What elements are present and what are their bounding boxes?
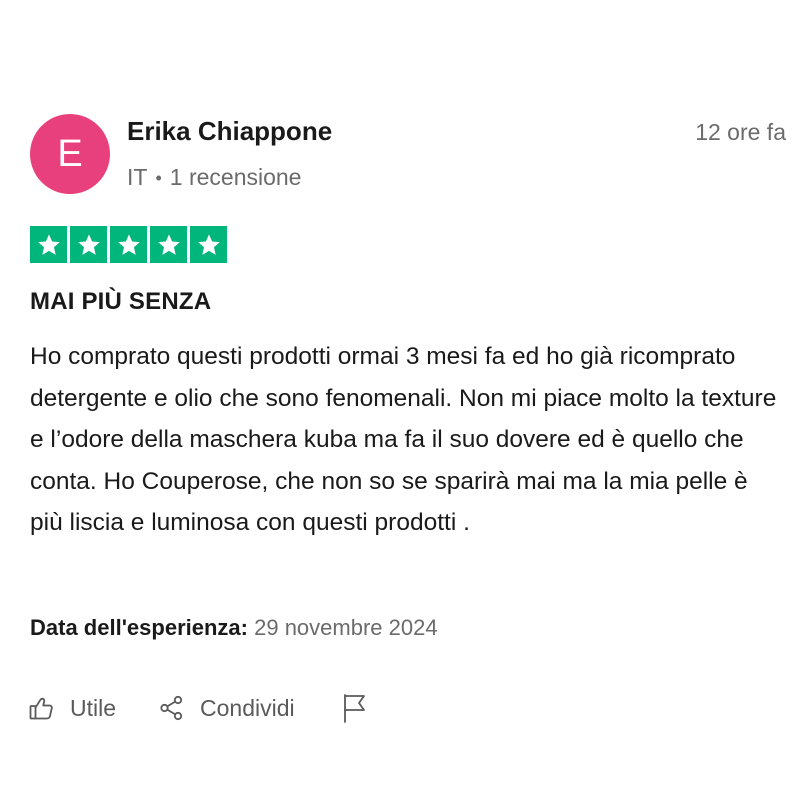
useful-label: Utile (70, 694, 117, 721)
star-rating (30, 226, 227, 263)
useful-button[interactable]: Utile (28, 694, 116, 722)
experience-date: Data dell'esperienza: 29 novembre 2024 (30, 615, 438, 641)
experience-date-label: Data dell'esperienza: (30, 615, 248, 640)
avatar[interactable]: E (30, 114, 110, 194)
star-icon (70, 226, 107, 263)
share-label: Condividi (200, 694, 295, 721)
review-body: Ho comprato questi prodotti ormai 3 mesi… (30, 343, 777, 536)
author-meta: IT • 1 recensione (127, 164, 301, 191)
experience-date-value: 29 novembre 2024 (254, 615, 438, 640)
author-review-count: 1 recensione (169, 164, 302, 190)
review-title: MAI PIÙ SENZA (30, 288, 212, 315)
star-icon (110, 226, 147, 263)
review-actions: Utile Condividi (28, 692, 369, 724)
star-icon (150, 226, 187, 263)
share-icon (160, 695, 183, 721)
thumbs-up-icon (29, 697, 53, 720)
meta-separator: • (155, 167, 162, 188)
flag-icon (343, 694, 365, 723)
avatar-initial: E (57, 132, 83, 175)
review-timestamp: 12 ore fa (695, 119, 786, 145)
report-button[interactable] (341, 692, 369, 724)
author-name[interactable]: Erika Chiappone (127, 116, 332, 147)
author-country: IT (127, 164, 148, 190)
share-button[interactable]: Condividi (158, 694, 295, 722)
star-icon (190, 226, 227, 263)
star-icon (30, 226, 67, 263)
